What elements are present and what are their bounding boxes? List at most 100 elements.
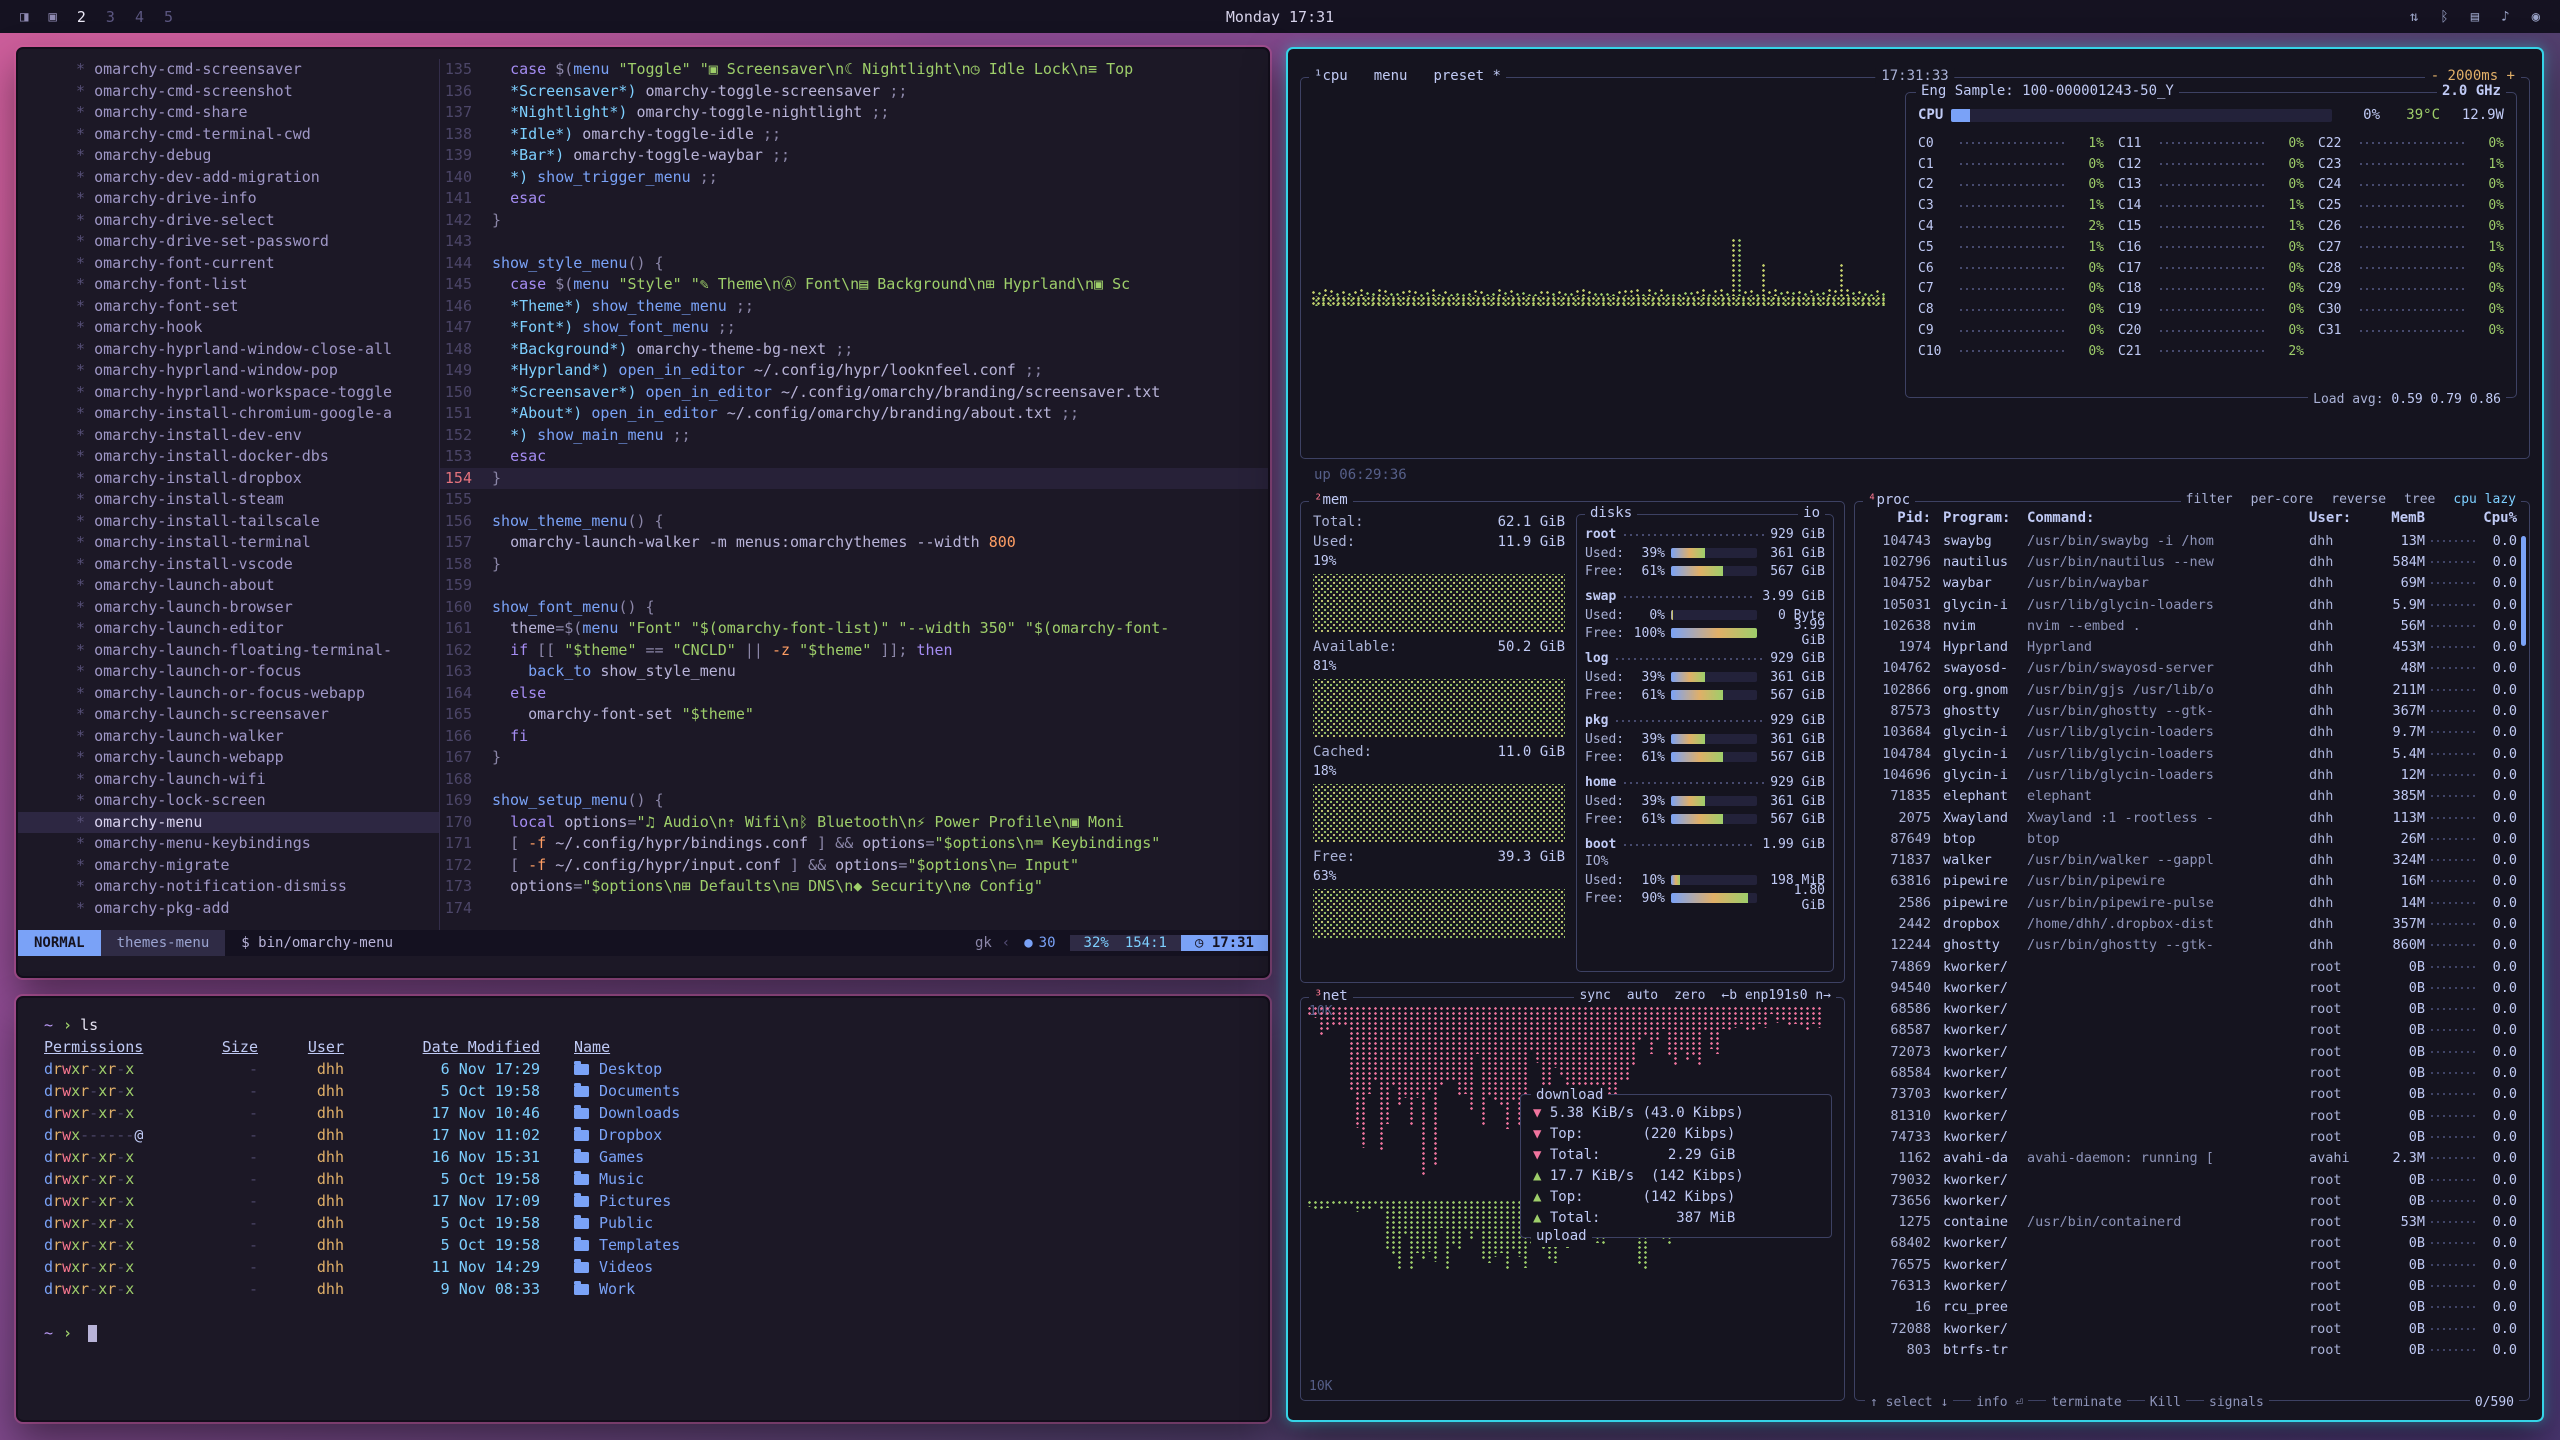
file-item[interactable]: * omarchy-install-chromium-google-a [18,403,439,425]
net-panel-title[interactable]: ³net [1309,988,1353,1004]
file-item[interactable]: * omarchy-menu-keybindings [18,833,439,855]
file-item[interactable]: * omarchy-install-vscode [18,554,439,576]
process-row[interactable]: 104743swaybg/usr/bin/swaybg -i /homdhh13… [1855,530,2529,551]
proc-panel-title[interactable]: ⁴proc [1863,492,1915,508]
process-row[interactable]: 73703kworker/root0B0.0 [1855,1084,2529,1105]
proc-opt-reverse[interactable]: reverse [2331,492,2386,507]
process-row[interactable]: 1974HyprlandHyprlanddhh453M0.0 [1855,636,2529,657]
net-opt-auto[interactable]: auto [1627,988,1658,1003]
process-row[interactable]: 68584kworker/root0B0.0 [1855,1062,2529,1083]
process-row[interactable]: 2075XwaylandXwayland :1 -rootless -dhh11… [1855,807,2529,828]
process-row[interactable]: 68402kworker/root0B0.0 [1855,1233,2529,1254]
workspace-3[interactable]: 3 [106,8,115,26]
proc-opt-tree[interactable]: tree [2404,492,2435,507]
process-row[interactable]: 87573ghostty/usr/bin/ghostty --gtk-dhh36… [1855,700,2529,721]
update-interval[interactable]: - 2000ms + [2425,68,2521,84]
file-item[interactable]: * omarchy-pkg-add [18,898,439,920]
file-item[interactable]: * omarchy-launch-walker [18,726,439,748]
process-row[interactable]: 1162avahi-daavahi-daemon: running [avahi… [1855,1148,2529,1169]
process-row[interactable]: 105031glycin-i/usr/lib/glycin-loadersdhh… [1855,594,2529,615]
workspace-5[interactable]: 5 [164,8,173,26]
file-item[interactable]: * omarchy-font-list [18,274,439,296]
command-line[interactable] [18,956,1268,978]
file-item[interactable]: * omarchy-cmd-screensaver [18,59,439,81]
file-item[interactable]: * omarchy-install-tailscale [18,511,439,533]
file-item[interactable]: * omarchy-launch-browser [18,597,439,619]
process-row[interactable]: 102796nautilus/usr/bin/nautilus --newdhh… [1855,551,2529,572]
file-item[interactable]: * omarchy-launch-editor [18,618,439,640]
file-item[interactable]: * omarchy-install-terminal [18,532,439,554]
file-item[interactable]: * omarchy-hook [18,317,439,339]
proc-action-select[interactable]: ↑ select ↓ [1865,1395,1953,1410]
process-row[interactable]: 87649btopbtopdhh26M0.0 [1855,828,2529,849]
process-row[interactable]: 104784glycin-i/usr/lib/glycin-loadersdhh… [1855,743,2529,764]
file-item[interactable]: * omarchy-launch-or-focus [18,661,439,683]
process-row[interactable]: 104752waybar/usr/bin/waybardhh69M0.0 [1855,573,2529,594]
process-row[interactable]: 803btrfs-trroot0B0.0 [1855,1339,2529,1360]
monitor-icon[interactable]: ▤ [2471,9,2479,25]
file-item[interactable]: * omarchy-dev-add-migration [18,167,439,189]
workspace-2[interactable]: 2 [77,8,86,26]
proc-opt-cpu-lazy[interactable]: cpu lazy [2453,492,2516,507]
io-toggle[interactable]: io [1798,505,1825,521]
file-item[interactable]: * omarchy-debug [18,145,439,167]
mem-panel-title[interactable]: ²mem [1309,492,1353,508]
file-item[interactable]: * omarchy-launch-or-focus-webapp [18,683,439,705]
network-icon[interactable]: ⇅ [2410,9,2418,25]
process-row[interactable]: 76313kworker/root0B0.0 [1855,1275,2529,1296]
bluetooth-icon[interactable]: ᛒ [2440,9,2448,25]
volume-icon[interactable]: ♪ [2501,9,2509,25]
process-row[interactable]: 104762swayosd-/usr/bin/swayosd-serverdhh… [1855,658,2529,679]
proc-opt-per-core[interactable]: per-core [2251,492,2314,507]
file-item[interactable]: * omarchy-launch-screensaver [18,704,439,726]
proc-action-Kill[interactable]: Kill [2145,1395,2186,1410]
process-row[interactable]: 102638nvimnvim --embed .dhh56M0.0 [1855,615,2529,636]
file-item[interactable]: * omarchy-drive-select [18,210,439,232]
code-buffer[interactable]: 135 case $(menu "Toggle" "▣ Screensaver\… [440,59,1268,930]
file-item[interactable]: * omarchy-hyprland-window-pop [18,360,439,382]
file-item[interactable]: * omarchy-drive-info [18,188,439,210]
file-item[interactable]: * omarchy-drive-set-password [18,231,439,253]
process-row[interactable]: 63816pipewire/usr/bin/pipewiredhh16M0.0 [1855,871,2529,892]
process-row[interactable]: 68586kworker/root0B0.0 [1855,999,2529,1020]
disks-title[interactable]: disks [1585,505,1637,521]
process-row[interactable]: 68587kworker/root0B0.0 [1855,1020,2529,1041]
file-item[interactable]: * omarchy-font-set [18,296,439,318]
file-item[interactable]: * omarchy-cmd-terminal-cwd [18,124,439,146]
process-row[interactable]: 81310kworker/root0B0.0 [1855,1105,2529,1126]
process-row[interactable]: 1275containe/usr/bin/containerdroot53M0.… [1855,1212,2529,1233]
file-item[interactable]: * omarchy-hyprland-workspace-toggle [18,382,439,404]
process-row[interactable]: 94540kworker/root0B0.0 [1855,977,2529,998]
net-interface[interactable]: ←b enp191s0 n→ [1721,988,1831,1003]
file-item[interactable]: * omarchy-cmd-share [18,102,439,124]
file-item[interactable]: * omarchy-install-dev-env [18,425,439,447]
file-item[interactable]: * omarchy-launch-wifi [18,769,439,791]
proc-scrollbar[interactable] [2521,536,2526,646]
process-row[interactable]: 12244ghostty/usr/bin/ghostty --gtk-dhh86… [1855,935,2529,956]
terminal-window[interactable]: ~ › ls PermissionsSizeUserDate ModifiedN… [16,996,1270,1422]
proc-action-terminate[interactable]: terminate [2046,1395,2126,1410]
process-row[interactable]: 79032kworker/root0B0.0 [1855,1169,2529,1190]
file-item[interactable]: * omarchy-launch-about [18,575,439,597]
net-opt-zero[interactable]: zero [1674,988,1705,1003]
file-item[interactable]: * omarchy-install-steam [18,489,439,511]
file-item[interactable]: * omarchy-install-docker-dbs [18,446,439,468]
prompt-line-2[interactable]: ~ › [44,1322,1242,1344]
process-row[interactable]: 74869kworker/root0B0.0 [1855,956,2529,977]
file-item[interactable]: * omarchy-menu [18,812,439,834]
file-item[interactable]: * omarchy-migrate [18,855,439,877]
workspace-app-icon[interactable]: ▣ [48,9,56,25]
file-item[interactable]: * omarchy-cmd-screenshot [18,81,439,103]
process-row[interactable]: 102866org.gnom/usr/bin/gjs /usr/lib/odhh… [1855,679,2529,700]
process-row[interactable]: 71837walker/usr/bin/walker --gappldhh324… [1855,849,2529,870]
file-item[interactable]: * omarchy-notification-dismiss [18,876,439,898]
process-row[interactable]: 103684glycin-i/usr/lib/glycin-loadersdhh… [1855,722,2529,743]
proc-action-info[interactable]: info ⏎ [1971,1395,2028,1410]
file-item[interactable]: * omarchy-font-current [18,253,439,275]
tab-preset[interactable]: preset * [1433,68,1500,84]
process-row[interactable]: 71835elephantelephantdhh385M0.0 [1855,786,2529,807]
process-row[interactable]: 104696glycin-i/usr/lib/glycin-loadersdhh… [1855,764,2529,785]
workspace-app-icon[interactable]: ◨ [20,9,28,25]
file-item[interactable]: * omarchy-hyprland-window-close-all [18,339,439,361]
file-item[interactable]: * omarchy-launch-floating-terminal- [18,640,439,662]
